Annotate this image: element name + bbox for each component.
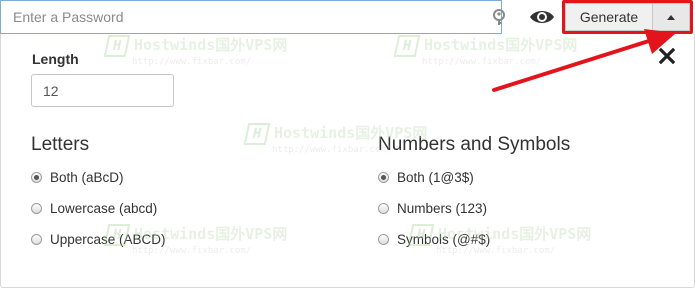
radio-button[interactable]: [378, 202, 389, 214]
caret-up-icon: [667, 14, 675, 20]
letters-heading: Letters: [31, 134, 90, 155]
radio-label: Both (aBcD): [50, 169, 124, 185]
length-input[interactable]: [31, 74, 174, 107]
generate-options-toggle[interactable]: [653, 3, 690, 31]
radio-label: Both (1@3$): [397, 169, 474, 185]
radio-button[interactable]: [378, 171, 389, 183]
radio-label: Lowercase (abcd): [50, 200, 158, 216]
length-label: Length: [32, 51, 79, 67]
numbers-option[interactable]: Numbers (123): [378, 198, 487, 218]
password-toolbar: Generate: [0, 0, 695, 36]
letters-uppercase-option[interactable]: Uppercase (ABCD): [31, 229, 166, 249]
key-icon[interactable]: [492, 8, 506, 26]
letters-lowercase-option[interactable]: Lowercase (abcd): [31, 198, 157, 218]
password-input[interactable]: [0, 0, 502, 34]
generator-options-panel: [0, 34, 695, 288]
generate-button[interactable]: Generate: [565, 3, 653, 31]
numbers-symbols-both-option[interactable]: Both (1@3$): [378, 167, 474, 187]
eye-icon[interactable]: [528, 6, 556, 28]
close-x-icon[interactable]: [659, 48, 675, 64]
radio-button[interactable]: [31, 202, 42, 214]
numbers-symbols-heading: Numbers and Symbols: [378, 134, 571, 155]
generate-highlight: Generate: [562, 0, 693, 34]
radio-button[interactable]: [31, 233, 42, 245]
radio-button[interactable]: [378, 233, 389, 245]
symbols-option[interactable]: Symbols (@#$): [378, 229, 490, 249]
radio-button[interactable]: [31, 171, 42, 183]
radio-label: Symbols (@#$): [397, 231, 491, 247]
radio-label: Uppercase (ABCD): [50, 231, 166, 247]
radio-label: Numbers (123): [397, 200, 488, 216]
letters-both-option[interactable]: Both (aBcD): [31, 167, 124, 187]
